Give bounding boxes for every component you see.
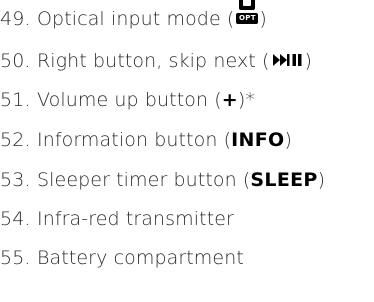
optical-knob-shape [239,0,256,10]
list-item-55: 55. Battery compartment [0,244,244,272]
sleep-key: SLEEP [250,169,318,191]
item-label: Infra-red transmitter [37,208,234,230]
item-label: Volume up button ( [37,89,222,111]
closing-paren-footnote: )* [237,89,255,111]
item-label: Information button ( [37,129,232,151]
optical-input-icon: OPT [236,0,259,31]
skip-next-play-pause-icon [272,53,302,67]
item-label: Sleeper timer button ( [37,169,251,191]
item-number: 50. [0,50,31,72]
list-item-49: 49. Optical input mode ( OPT ) [0,0,267,33]
item-number: 55. [0,247,31,269]
list-item-53: 53. Sleeper timer button ( SLEEP ) [0,166,325,194]
item-number: 49. [0,8,31,30]
optical-icon-text: OPT [236,13,259,24]
closing-paren: ) [259,8,267,30]
list-item-52: 52. Information button ( INFO ) [0,126,292,154]
info-key: INFO [231,129,285,151]
list-item-50: 50. Right button, skip next ( ) [0,47,312,75]
item-number: 52. [0,129,31,151]
closing-paren: ) [317,169,326,191]
list-item-54: 54. Infra-red transmitter [0,205,234,233]
item-label: Right button, skip next ( [37,50,270,72]
item-label: Optical input mode ( [37,8,235,30]
closing-paren: ) [304,50,313,72]
item-label: Battery compartment [37,247,244,269]
closing-paren: ) [284,129,292,151]
item-number: 54. [0,208,31,230]
item-number: 53. [0,169,31,191]
item-number: 51. [0,89,31,111]
volume-up-key: + [221,89,238,111]
list-item-51: 51. Volume up button ( + )* [0,86,255,114]
